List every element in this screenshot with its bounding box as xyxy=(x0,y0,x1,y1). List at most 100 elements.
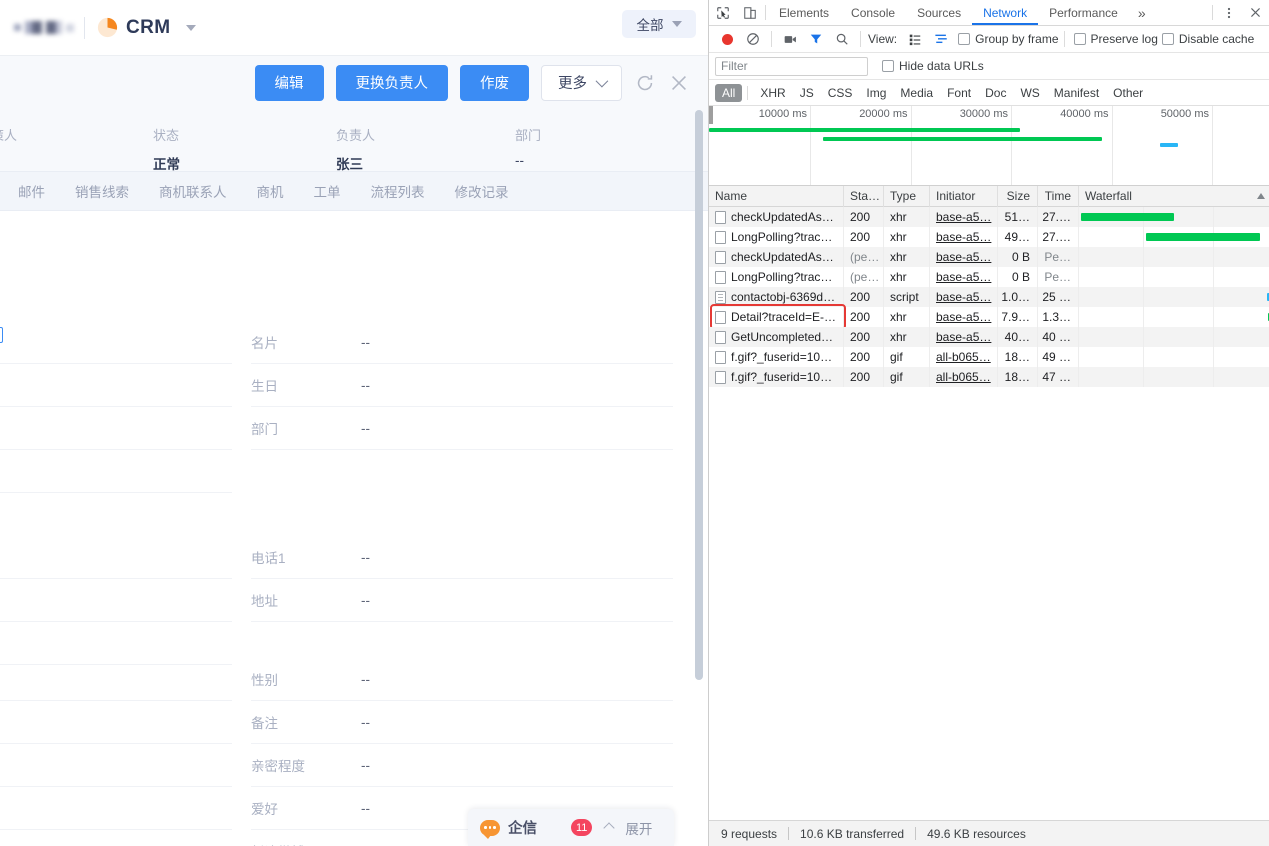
type-filter-img[interactable]: Img xyxy=(859,84,893,102)
qixin-chat-widget[interactable]: 企信 11 展开 xyxy=(468,809,674,846)
overview-left-handle[interactable] xyxy=(709,106,713,124)
tab-process-list[interactable]: 流程列表 xyxy=(371,181,425,201)
capture-screenshots-icon[interactable] xyxy=(777,26,803,52)
column-header-status[interactable]: Sta… xyxy=(844,186,884,207)
tab-opportunity[interactable]: 商机 xyxy=(257,181,284,201)
pie-chart-icon xyxy=(97,17,118,38)
filter-toggle-icon[interactable] xyxy=(803,26,829,52)
initiator-link[interactable]: base-a5… xyxy=(936,310,991,324)
column-header-type[interactable]: Type xyxy=(884,186,930,207)
clear-requests-icon[interactable] xyxy=(740,26,766,52)
waterfall-bar xyxy=(1081,213,1175,221)
type-filter-font[interactable]: Font xyxy=(940,84,978,102)
checkbox-icon[interactable] xyxy=(882,60,894,72)
table-row[interactable]: LongPolling?trac…(pe…xhrbase-a5…0 BPe… xyxy=(709,267,1269,287)
chevron-down-icon xyxy=(186,25,196,31)
type-filter-ws[interactable]: WS xyxy=(1013,84,1046,102)
tab-network[interactable]: Network xyxy=(972,0,1038,25)
type-filter-all[interactable]: All xyxy=(715,84,742,102)
refresh-icon[interactable] xyxy=(634,72,656,94)
overview-tick-label: 40000 ms xyxy=(1060,108,1108,120)
initiator-link[interactable]: base-a5… xyxy=(936,210,991,224)
initiator-link[interactable]: base-a5… xyxy=(936,290,991,304)
table-row[interactable]: f.gif?_fuserid=10…200gifall-b065…18…47 … xyxy=(709,367,1269,387)
initiator-link[interactable]: all-b065… xyxy=(936,350,991,364)
hide-data-urls-checkbox[interactable]: Hide data URLs xyxy=(882,59,984,73)
network-overview-timeline[interactable]: 10000 ms20000 ms30000 ms40000 ms50000 ms… xyxy=(709,106,1269,186)
devtools-menu-icon[interactable] xyxy=(1215,0,1242,25)
type-filter-other[interactable]: Other xyxy=(1106,84,1150,102)
table-row[interactable]: checkUpdatedAs…200xhrbase-a5…51…27.… xyxy=(709,207,1269,227)
table-row[interactable]: LongPolling?trac…200xhrbase-a5…49…27.… xyxy=(709,227,1269,247)
filter-input[interactable] xyxy=(715,57,868,76)
tab-sources[interactable]: Sources xyxy=(906,0,972,25)
cell-name[interactable]: f.gif?_fuserid=10… xyxy=(709,367,844,387)
type-filter-media[interactable]: Media xyxy=(893,84,940,102)
inspect-element-icon[interactable] xyxy=(709,0,736,25)
disable-cache-checkbox[interactable]: Disable cache xyxy=(1162,32,1254,46)
close-icon[interactable] xyxy=(668,72,690,94)
cell-name[interactable]: f.gif?_fuserid=10… xyxy=(709,347,844,367)
group-by-frame-checkbox[interactable]: Group by frame xyxy=(958,32,1058,46)
table-row[interactable]: checkUpdatedAs…(pe…xhrbase-a5…0 BPe… xyxy=(709,247,1269,267)
checkbox-icon[interactable] xyxy=(1162,33,1174,45)
checkbox-icon[interactable] xyxy=(1074,33,1086,45)
tab-performance[interactable]: Performance xyxy=(1038,0,1129,25)
more-panels-icon[interactable]: » xyxy=(1129,0,1155,25)
tab-change-log[interactable]: 修改记录 xyxy=(455,181,509,201)
cell-name[interactable]: LongPolling?trac… xyxy=(709,267,844,287)
type-filter-doc[interactable]: Doc xyxy=(978,84,1013,102)
change-owner-button[interactable]: 更换负责人 xyxy=(336,65,449,101)
waterfall-view-icon[interactable] xyxy=(928,26,954,52)
column-header-time[interactable]: Time xyxy=(1038,186,1079,207)
table-row[interactable]: GetUncompleted…200xhrbase-a5…40…40 … xyxy=(709,327,1269,347)
type-filter-js[interactable]: JS xyxy=(793,84,821,102)
cell-name[interactable]: checkUpdatedAs… xyxy=(709,207,844,227)
column-header-initiator[interactable]: Initiator xyxy=(930,186,998,207)
tab-console[interactable]: Console xyxy=(840,0,906,25)
column-header-size[interactable]: Size xyxy=(998,186,1038,207)
list-view-icon[interactable] xyxy=(902,26,928,52)
edit-button[interactable]: 编辑 xyxy=(255,65,324,101)
initiator-link[interactable]: all-b065… xyxy=(936,370,991,384)
toggle-device-toolbar-icon[interactable] xyxy=(736,0,763,25)
initiator-link[interactable]: base-a5… xyxy=(936,230,991,244)
table-row[interactable]: Detail?traceId=E-…200xhrbase-a5…7.9…1.3… xyxy=(709,307,1269,327)
checkbox-icon[interactable] xyxy=(958,33,970,45)
discard-button[interactable]: 作废 xyxy=(460,65,529,101)
initiator-link[interactable]: base-a5… xyxy=(936,270,991,284)
expand-chat-label[interactable]: 展开 xyxy=(625,818,652,838)
tab-sales-leads[interactable]: 销售线索 xyxy=(75,181,129,201)
partial-link-chip[interactable] xyxy=(0,327,3,343)
type-filter-manifest[interactable]: Manifest xyxy=(1047,84,1106,102)
initiator-link[interactable]: base-a5… xyxy=(936,330,991,344)
record-button[interactable] xyxy=(714,26,740,52)
cell-name[interactable]: LongPolling?trac… xyxy=(709,227,844,247)
scope-filter-dropdown[interactable]: 全部 xyxy=(622,10,696,38)
cell-name[interactable]: contactobj-6369d… xyxy=(709,287,844,307)
crm-app-switcher[interactable]: CRM xyxy=(97,17,196,39)
search-icon[interactable] xyxy=(829,26,855,52)
tab-work-orders[interactable]: 工单 xyxy=(314,181,341,201)
close-devtools-icon[interactable] xyxy=(1242,0,1269,25)
type-filter-css[interactable]: CSS xyxy=(821,84,860,102)
type-filter-xhr[interactable]: XHR xyxy=(753,84,792,102)
column-header-waterfall[interactable]: Waterfall xyxy=(1079,186,1269,207)
crm-scrollbar-thumb[interactable] xyxy=(695,110,703,680)
column-header-name[interactable]: Name xyxy=(709,186,844,207)
more-actions-button[interactable]: 更多 xyxy=(541,65,622,101)
network-request-list[interactable]: checkUpdatedAs…200xhrbase-a5…51…27.…Long… xyxy=(709,207,1269,820)
cell-name[interactable]: GetUncompleted… xyxy=(709,327,844,347)
tab-elements[interactable]: Elements xyxy=(768,0,840,25)
cell-name[interactable]: checkUpdatedAs… xyxy=(709,247,844,267)
tab-opportunity-contacts[interactable]: 商机联系人 xyxy=(159,181,227,201)
more-actions-label: 更多 xyxy=(558,72,587,93)
initiator-link[interactable]: base-a5… xyxy=(936,250,991,264)
cell-name[interactable]: Detail?traceId=E-… xyxy=(709,307,844,327)
chevron-up-icon[interactable] xyxy=(604,822,615,833)
cell-time: Pe… xyxy=(1038,267,1079,287)
tab-email[interactable]: 邮件 xyxy=(18,181,45,201)
table-row[interactable]: f.gif?_fuserid=10…200gifall-b065…18…49 … xyxy=(709,347,1269,367)
table-row[interactable]: contactobj-6369d…200scriptbase-a5…1.0…25… xyxy=(709,287,1269,307)
preserve-log-checkbox[interactable]: Preserve log xyxy=(1074,32,1158,46)
